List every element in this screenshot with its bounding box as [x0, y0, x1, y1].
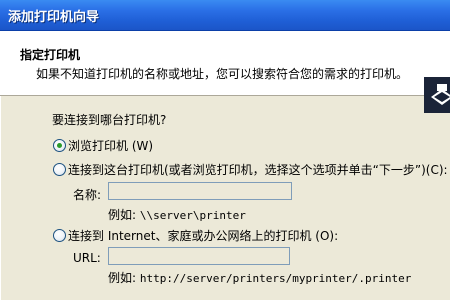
url-example-value: http://server/printers/myprinter/.printe…	[139, 272, 412, 285]
option-browse-label[interactable]: 浏览打印机 (W)	[68, 137, 153, 154]
window-title: 添加打印机向导	[8, 10, 100, 25]
radio-connect-internet[interactable]	[53, 229, 66, 242]
option-connect-printer-label[interactable]: 连接到这台打印机(或者浏览打印机，选择这个选项并单击“下一步”)(C):	[68, 161, 448, 178]
name-example: 例如: \\server\printer	[108, 206, 246, 223]
title-bar[interactable]: 添加打印机向导	[0, 0, 450, 31]
printer-name-input[interactable]	[108, 182, 292, 200]
wizard-content: 要连接到哪台打印机? 浏览打印机 (W) 连接到这台打印机(或者浏览打印机，选择…	[0, 96, 450, 300]
radio-browse[interactable]	[53, 139, 66, 152]
name-field-label: 名称:	[73, 188, 102, 202]
url-example: 例如: http://server/printers/myprinter/.pr…	[108, 269, 411, 286]
question-label: 要连接到哪台打印机?	[52, 113, 167, 127]
page-title: 指定打印机	[20, 48, 81, 62]
name-example-prefix: 例如:	[108, 208, 137, 222]
name-example-value: \\server\printer	[139, 209, 246, 222]
url-example-prefix: 例如:	[108, 271, 137, 285]
option-connect-internet-label[interactable]: 连接到 Internet、家庭或办公网络上的打印机 (O):	[68, 227, 338, 244]
wizard-header: 指定打印机 如果不知道打印机的名称或地址，您可以搜索符合您的需求的打印机。	[0, 31, 450, 113]
url-field-label: URL:	[73, 251, 101, 265]
radio-connect-printer[interactable]	[53, 163, 66, 176]
page-subtitle: 如果不知道打印机的名称或地址，您可以搜索符合您的需求的打印机。	[36, 67, 409, 81]
printer-url-input[interactable]	[108, 247, 290, 265]
